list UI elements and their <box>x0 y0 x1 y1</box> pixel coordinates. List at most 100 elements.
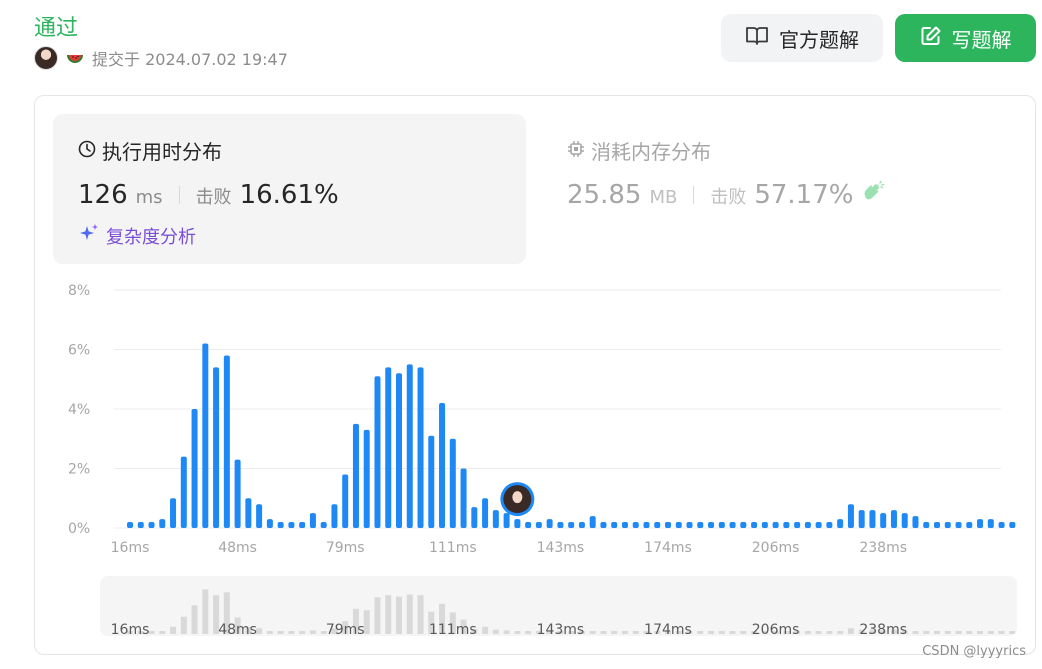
memory-tab[interactable]: 消耗内存分布 <box>567 136 711 165</box>
histogram-bar[interactable] <box>772 522 779 528</box>
runtime-beat-label: 击败 <box>195 187 232 208</box>
histogram-bar[interactable] <box>492 510 499 528</box>
histogram-bar[interactable] <box>266 519 273 528</box>
histogram-bar[interactable] <box>783 522 790 528</box>
histogram-bar[interactable] <box>847 504 854 528</box>
histogram-bar[interactable] <box>869 510 876 528</box>
histogram-bar[interactable] <box>675 522 682 528</box>
brush-chart[interactable]: 16ms 48ms 79ms 111ms 143ms 174ms 206ms 238ms <box>100 576 1017 636</box>
histogram-bar[interactable] <box>148 522 155 528</box>
histogram-bar[interactable] <box>654 522 661 528</box>
histogram-bar[interactable] <box>127 522 133 528</box>
histogram-bar[interactable] <box>621 522 628 528</box>
histogram-bar[interactable] <box>331 504 338 528</box>
histogram-bar[interactable] <box>718 522 725 528</box>
histogram-bar[interactable] <box>934 522 940 528</box>
histogram-bar[interactable] <box>374 376 381 528</box>
submitted-time: 提交于 2024.07.02 19:47 <box>92 50 288 69</box>
histogram-bar[interactable] <box>1009 522 1016 528</box>
histogram-bar[interactable] <box>944 522 951 528</box>
histogram-bar[interactable] <box>665 522 671 528</box>
runtime-title: 执行用时分布 <box>78 136 222 165</box>
histogram-bar[interactable] <box>535 522 542 528</box>
histogram-bar[interactable] <box>837 519 844 528</box>
histogram-bar[interactable] <box>729 522 736 528</box>
histogram-bar[interactable] <box>363 429 370 528</box>
histogram-bar[interactable] <box>525 522 532 528</box>
histogram-bar[interactable] <box>245 498 252 528</box>
histogram-bar[interactable] <box>288 522 295 528</box>
histogram-bar[interactable] <box>955 522 962 528</box>
brush-tick-label: 111ms <box>429 622 477 636</box>
histogram-bar[interactable] <box>170 498 177 528</box>
histogram-bar[interactable] <box>449 438 456 528</box>
range-brush[interactable]: 16ms 48ms 79ms 111ms 143ms 174ms 206ms 238ms <box>100 576 1017 636</box>
histogram-bar[interactable] <box>256 504 263 528</box>
histogram-bar[interactable] <box>299 522 306 528</box>
histogram-bar[interactable] <box>503 513 510 528</box>
histogram-bar[interactable] <box>309 513 316 528</box>
histogram-bar[interactable] <box>417 367 424 528</box>
histogram-bar[interactable] <box>137 522 144 528</box>
histogram-bar[interactable] <box>439 403 446 528</box>
histogram-bar[interactable] <box>159 519 166 528</box>
histogram-bar[interactable] <box>761 522 768 528</box>
histogram-bar[interactable] <box>180 456 187 528</box>
histogram-bar[interactable] <box>546 519 553 528</box>
histogram-bar[interactable] <box>643 522 650 528</box>
histogram-bar[interactable] <box>880 513 887 528</box>
histogram-bar[interactable] <box>987 519 994 528</box>
histogram-bar[interactable] <box>460 468 467 529</box>
histogram-bar[interactable] <box>568 522 575 528</box>
histogram-bar[interactable] <box>923 522 930 528</box>
histogram-bar[interactable] <box>589 516 596 528</box>
histogram-bar[interactable] <box>202 343 209 528</box>
histogram-bar[interactable] <box>234 459 241 528</box>
histogram-bar[interactable] <box>804 522 811 528</box>
histogram-bar[interactable] <box>632 522 639 528</box>
histogram-bar[interactable] <box>342 474 349 528</box>
histogram-bar[interactable] <box>406 364 413 528</box>
histogram-bar[interactable] <box>826 522 833 528</box>
histogram-bar[interactable] <box>320 522 327 528</box>
complexity-analysis-link[interactable]: 复杂度分析 <box>78 222 196 249</box>
brush-bar <box>740 631 747 634</box>
histogram-bar[interactable] <box>514 519 521 528</box>
histogram-bar[interactable] <box>912 516 919 528</box>
histogram-bar[interactable] <box>352 423 359 528</box>
user-avatar[interactable] <box>34 46 58 70</box>
runtime-distribution-chart[interactable]: 0% 2% 4% 6% 8% 16ms 48ms 79ms 111ms 143ms 174ms 206… <box>60 280 1020 570</box>
histogram-bar[interactable] <box>482 498 489 528</box>
histogram-bar[interactable] <box>396 373 402 528</box>
clap-icon <box>861 180 885 207</box>
histogram-bar[interactable] <box>611 522 618 528</box>
histogram-bar[interactable] <box>751 522 758 528</box>
histogram-bar[interactable] <box>223 355 230 528</box>
histogram-bar[interactable] <box>428 435 435 528</box>
histogram-bar[interactable] <box>858 510 865 528</box>
histogram-bar[interactable] <box>557 522 564 528</box>
brush-bar <box>944 631 951 634</box>
histogram-bar[interactable] <box>966 522 973 528</box>
histogram-bar[interactable] <box>385 367 392 528</box>
histogram-bar[interactable] <box>686 522 693 528</box>
histogram-bar[interactable] <box>578 522 585 528</box>
histogram-bar[interactable] <box>901 513 908 528</box>
official-solution-button[interactable]: 官方题解 <box>721 14 883 62</box>
histogram-bar[interactable] <box>998 522 1005 528</box>
histogram-bar[interactable] <box>740 522 747 528</box>
histogram-bar[interactable] <box>471 507 478 528</box>
histogram-bar[interactable] <box>277 522 284 528</box>
histogram-bar[interactable] <box>191 409 198 528</box>
histogram-bar[interactable] <box>815 522 822 528</box>
histogram-bar[interactable] <box>708 522 715 528</box>
histogram-bar[interactable] <box>890 510 897 528</box>
histogram-bar[interactable] <box>213 367 220 528</box>
your-result-marker[interactable] <box>500 482 535 517</box>
write-solution-button[interactable]: 写题解 <box>895 14 1036 62</box>
histogram-bar[interactable] <box>697 522 704 528</box>
histogram-bar[interactable] <box>977 519 984 528</box>
histogram-bar[interactable] <box>600 522 607 528</box>
clock-icon <box>78 139 96 163</box>
histogram-bar[interactable] <box>794 522 801 528</box>
